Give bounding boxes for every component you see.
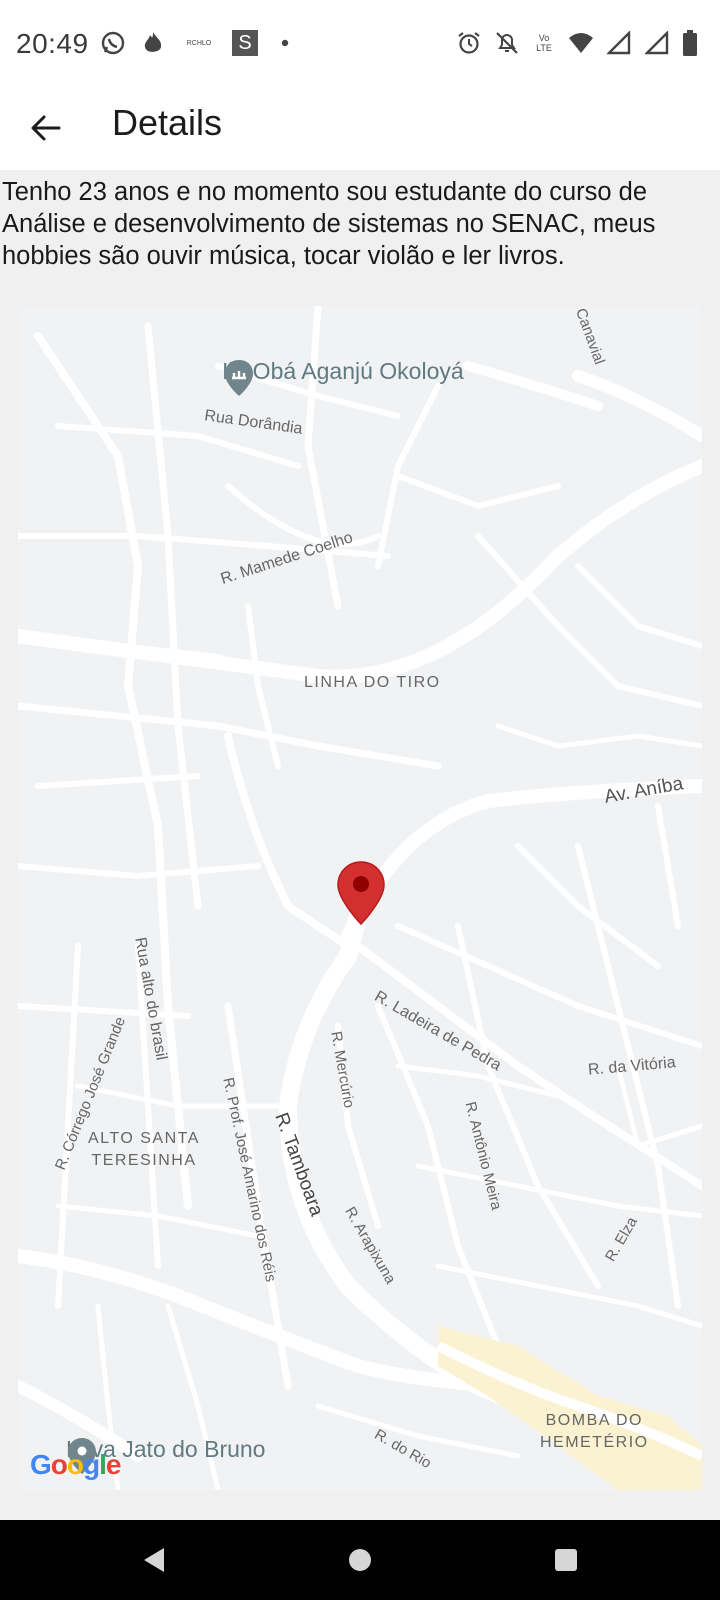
map-view[interactable]: Ilê Obá Aganjú Okoloyá Rua Dorândia R. M… [18, 306, 702, 1490]
arrow-left-icon [31, 115, 61, 141]
page-title: Details [112, 102, 223, 143]
back-button[interactable] [22, 104, 70, 152]
signal-icon [606, 30, 632, 56]
nav-back-button[interactable] [134, 1540, 174, 1580]
volte-icon: Vo LTE [536, 33, 552, 53]
app-bar: Details [0, 90, 720, 170]
status-right-icons: Vo LTE [456, 30, 698, 56]
nav-home-button[interactable] [340, 1540, 380, 1580]
flame-icon [140, 30, 166, 56]
home-circle-icon [349, 1549, 371, 1571]
wifi-icon [568, 30, 594, 56]
map-label-alto-santa: ALTO SANTA TERESINHA [88, 1130, 200, 1169]
battery-icon [682, 30, 698, 56]
richlo-icon: RCHLO [186, 39, 212, 47]
recents-square-icon [555, 1549, 577, 1571]
dot-icon [272, 30, 298, 56]
back-triangle-icon [144, 1548, 164, 1572]
nav-recents-button[interactable] [546, 1540, 586, 1580]
alarm-icon [456, 30, 482, 56]
status-left-icons: RCHLO S [100, 30, 298, 56]
mute-icon [494, 30, 520, 56]
google-logo: Google [30, 1449, 121, 1480]
status-bar: 20:49 RCHLO S Vo LTE [0, 0, 720, 90]
status-time: 20:49 [16, 28, 89, 59]
map-label-linha: LINHA DO TIRO [304, 674, 441, 691]
signal-icon [644, 30, 670, 56]
details-content: Tenho 23 anos e no momento sou estudante… [0, 170, 720, 1520]
system-nav-bar [0, 1520, 720, 1600]
bio-text: Tenho 23 anos e no momento sou estudante… [2, 178, 656, 270]
s-app-icon: S [232, 30, 258, 56]
whatsapp-icon [100, 30, 126, 56]
map-label-bomba: BOMBA DO HEMETÉRIO [540, 1412, 649, 1451]
map-label-poi-top[interactable]: Ilê Obá Aganjú Okoloyá [222, 358, 470, 396]
